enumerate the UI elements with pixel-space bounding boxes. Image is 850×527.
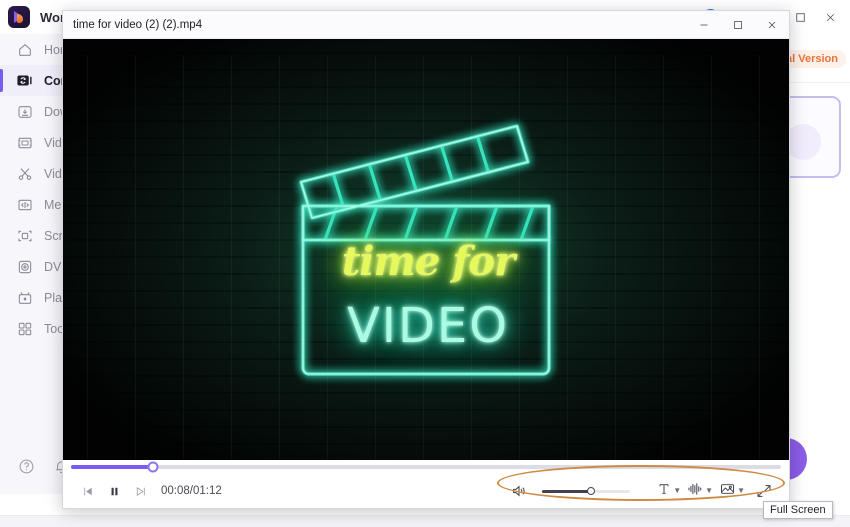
seek-bar-fill <box>71 465 154 469</box>
player-file-title: time for video (2) (2).mp4 <box>73 18 203 31</box>
transport-row: 00:08/01:12 ▼ ▼ ▼ <box>63 474 789 508</box>
snapshot-icon <box>719 481 736 502</box>
chevron-down-icon: ▼ <box>673 486 682 495</box>
audio-track-control[interactable]: ▼ <box>687 481 713 502</box>
previous-frame-icon[interactable] <box>75 478 101 504</box>
uniconverter-logo-icon <box>8 6 30 28</box>
merger-icon <box>16 196 33 213</box>
pause-icon[interactable] <box>101 478 127 504</box>
close-icon[interactable] <box>816 3 844 31</box>
download-icon <box>16 103 33 120</box>
dvd-icon <box>16 258 33 275</box>
video-compressor-icon <box>16 134 33 151</box>
maximize-icon[interactable] <box>786 3 814 31</box>
add-files-icon <box>785 124 821 160</box>
neon-clapperboard-icon: time for VIDEO <box>281 110 571 390</box>
player-minimize-icon[interactable] <box>687 11 721 39</box>
home-icon <box>16 41 33 58</box>
screen-recorder-icon <box>16 227 33 244</box>
progress-row <box>63 460 789 474</box>
toolbox-icon <box>16 320 33 337</box>
player-close-icon[interactable] <box>755 11 789 39</box>
seek-bar-thumb[interactable] <box>147 461 159 473</box>
volume-slider[interactable] <box>542 487 631 495</box>
player-controls: 00:08/01:12 ▼ ▼ ▼ <box>63 460 789 508</box>
chevron-down-icon: ▼ <box>705 486 714 495</box>
volume-icon[interactable] <box>506 478 532 504</box>
player-right-controls: ▼ ▼ ▼ <box>506 478 777 504</box>
fullscreen-tooltip: Full Screen <box>763 501 833 519</box>
help-circle-icon[interactable] <box>18 458 35 480</box>
audio-track-icon <box>687 481 704 502</box>
scissors-icon <box>16 165 33 182</box>
right-panel: Trial Version <box>764 34 850 494</box>
time-display: 00:08/01:12 <box>161 485 222 497</box>
volume-slider-fill <box>542 489 591 493</box>
player-maximize-icon[interactable] <box>721 11 755 39</box>
player-titlebar[interactable]: time for video (2) (2).mp4 <box>63 11 789 39</box>
chevron-down-icon: ▼ <box>737 486 745 495</box>
neon-block-text: VIDEO <box>346 297 510 354</box>
volume-slider-thumb[interactable] <box>586 487 595 495</box>
neon-script-text: time for <box>341 237 515 285</box>
player-window-controls <box>687 11 789 39</box>
video-player-window: time for video (2) (2).mp4 time for VIDE… <box>62 10 790 509</box>
panel-divider <box>780 82 850 83</box>
subtitle-icon <box>656 481 672 502</box>
app-footer <box>0 515 850 527</box>
subtitle-control[interactable]: ▼ <box>656 481 681 502</box>
video-canvas[interactable]: time for VIDEO <box>63 39 789 460</box>
converter-icon <box>16 72 33 89</box>
player-icon <box>16 289 33 306</box>
snapshot-control[interactable]: ▼ <box>719 481 745 502</box>
app-window: Wondershare UniConverter 👤 <box>0 0 850 527</box>
next-frame-icon[interactable] <box>127 478 153 504</box>
seek-bar[interactable] <box>71 461 781 473</box>
